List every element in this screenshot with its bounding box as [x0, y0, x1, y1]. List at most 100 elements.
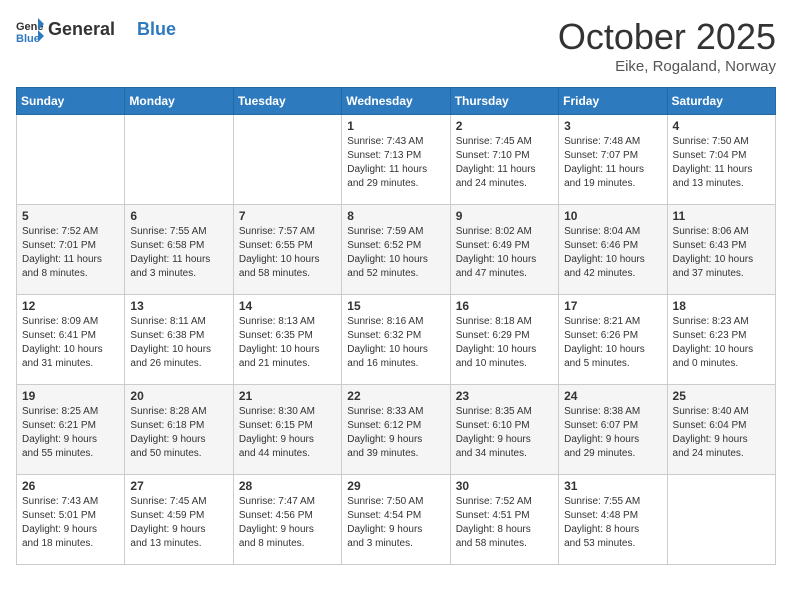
header-cell-saturday: Saturday [667, 88, 775, 115]
day-number: 15 [347, 299, 444, 313]
calendar-cell: 20 Sunrise: 8:28 AM Sunset: 6:18 PM Dayli… [125, 385, 233, 475]
day-number: 30 [456, 479, 553, 493]
calendar-cell: 5Sunrise: 7:52 AM Sunset: 7:01 PM Daylig… [17, 205, 125, 295]
calendar-week-row-1: 1 Sunrise: 7:43 AM Sunset: 7:13 PM Daylig… [17, 115, 776, 205]
day-number: 25 [673, 389, 770, 403]
day-number: 9 [456, 209, 553, 223]
location-title: Eike, Rogaland, Norway [558, 58, 776, 75]
calendar-cell: 12 Sunrise: 8:09 AM Sunset: 6:41 PM Dayli… [17, 295, 125, 385]
day-number: 18 [673, 299, 770, 313]
calendar-cell: 25 Sunrise: 8:40 AM Sunset: 6:04 PM Dayli… [667, 385, 775, 475]
calendar-cell: 27 Sunrise: 7:45 AM Sunset: 4:59 PM Dayli… [125, 475, 233, 565]
day-info: Sunrise: 7:43 AM Sunset: 7:13 PM Dayligh… [347, 135, 444, 191]
day-number: 31 [564, 479, 661, 493]
calendar-cell: 23 Sunrise: 8:35 AM Sunset: 6:10 PM Dayli… [450, 385, 558, 475]
svg-text:Blue: Blue [16, 33, 40, 44]
header-cell-sunday: Sunday [17, 88, 125, 115]
calendar-cell: 6 Sunrise: 7:55 AM Sunset: 6:58 PM Daylig… [125, 205, 233, 295]
day-number: 5 [22, 209, 119, 223]
day-info: Sunrise: 8:13 AM Sunset: 6:35 PM Dayligh… [239, 315, 336, 371]
day-number: 10 [564, 209, 661, 223]
calendar-week-row-5: 26Sunrise: 7:43 AM Sunset: 5:01 PM Dayli… [17, 475, 776, 565]
day-info: Sunrise: 8:28 AM Sunset: 6:18 PM Dayligh… [130, 405, 227, 461]
calendar-cell: 10Sunrise: 8:04 AM Sunset: 6:46 PM Dayli… [559, 205, 667, 295]
day-info: Sunrise: 7:47 AM Sunset: 4:56 PM Dayligh… [239, 495, 336, 551]
day-number: 23 [456, 389, 553, 403]
calendar-cell: 17Sunrise: 8:21 AM Sunset: 6:26 PM Dayli… [559, 295, 667, 385]
day-info: Sunrise: 8:33 AM Sunset: 6:12 PM Dayligh… [347, 405, 444, 461]
day-number: 1 [347, 119, 444, 133]
calendar-header-row: SundayMondayTuesdayWednesdayThursdayFrid… [17, 88, 776, 115]
day-info: Sunrise: 7:55 AM Sunset: 4:48 PM Dayligh… [564, 495, 661, 551]
day-number: 6 [130, 209, 227, 223]
logo-text: GeneralBlue [48, 19, 176, 41]
header-cell-tuesday: Tuesday [233, 88, 341, 115]
calendar-cell: 15Sunrise: 8:16 AM Sunset: 6:32 PM Dayli… [342, 295, 450, 385]
day-info: Sunrise: 7:45 AM Sunset: 7:10 PM Dayligh… [456, 135, 553, 191]
day-number: 29 [347, 479, 444, 493]
calendar-cell: 14 Sunrise: 8:13 AM Sunset: 6:35 PM Dayli… [233, 295, 341, 385]
day-number: 4 [673, 119, 770, 133]
day-number: 3 [564, 119, 661, 133]
calendar-cell: 1 Sunrise: 7:43 AM Sunset: 7:13 PM Daylig… [342, 115, 450, 205]
day-info: Sunrise: 8:06 AM Sunset: 6:43 PM Dayligh… [673, 225, 770, 281]
calendar-cell [233, 115, 341, 205]
header-cell-wednesday: Wednesday [342, 88, 450, 115]
day-number: 14 [239, 299, 336, 313]
day-info: Sunrise: 8:25 AM Sunset: 6:21 PM Dayligh… [22, 405, 119, 461]
calendar-cell: 26Sunrise: 7:43 AM Sunset: 5:01 PM Dayli… [17, 475, 125, 565]
calendar-cell: 7Sunrise: 7:57 AM Sunset: 6:55 PM Daylig… [233, 205, 341, 295]
day-info: Sunrise: 7:50 AM Sunset: 7:04 PM Dayligh… [673, 135, 770, 191]
title-block: October 2025 Eike, Rogaland, Norway [558, 16, 776, 75]
calendar-cell: 9 Sunrise: 8:02 AM Sunset: 6:49 PM Daylig… [450, 205, 558, 295]
day-info: Sunrise: 8:11 AM Sunset: 6:38 PM Dayligh… [130, 315, 227, 371]
day-info: Sunrise: 7:55 AM Sunset: 6:58 PM Dayligh… [130, 225, 227, 281]
day-number: 11 [673, 209, 770, 223]
calendar-cell [667, 475, 775, 565]
calendar-cell: 18Sunrise: 8:23 AM Sunset: 6:23 PM Dayli… [667, 295, 775, 385]
day-number: 28 [239, 479, 336, 493]
calendar-cell: 2Sunrise: 7:45 AM Sunset: 7:10 PM Daylig… [450, 115, 558, 205]
day-number: 22 [347, 389, 444, 403]
day-number: 24 [564, 389, 661, 403]
day-info: Sunrise: 7:45 AM Sunset: 4:59 PM Dayligh… [130, 495, 227, 551]
day-number: 26 [22, 479, 119, 493]
calendar-cell: 31 Sunrise: 7:55 AM Sunset: 4:48 PM Dayli… [559, 475, 667, 565]
day-number: 19 [22, 389, 119, 403]
day-info: Sunrise: 8:02 AM Sunset: 6:49 PM Dayligh… [456, 225, 553, 281]
logo-arrow-icon [116, 21, 136, 41]
calendar-cell: 24 Sunrise: 8:38 AM Sunset: 6:07 PM Dayli… [559, 385, 667, 475]
calendar-cell: 4 Sunrise: 7:50 AM Sunset: 7:04 PM Daylig… [667, 115, 775, 205]
day-info: Sunrise: 8:40 AM Sunset: 6:04 PM Dayligh… [673, 405, 770, 461]
logo-icon: General Blue [16, 16, 44, 44]
day-info: Sunrise: 8:09 AM Sunset: 6:41 PM Dayligh… [22, 315, 119, 371]
day-info: Sunrise: 7:59 AM Sunset: 6:52 PM Dayligh… [347, 225, 444, 281]
calendar-cell: 29Sunrise: 7:50 AM Sunset: 4:54 PM Dayli… [342, 475, 450, 565]
calendar-cell: 11 Sunrise: 8:06 AM Sunset: 6:43 PM Dayli… [667, 205, 775, 295]
calendar-cell: 3 Sunrise: 7:48 AM Sunset: 7:07 PM Daylig… [559, 115, 667, 205]
calendar-week-row-2: 5Sunrise: 7:52 AM Sunset: 7:01 PM Daylig… [17, 205, 776, 295]
calendar-table: SundayMondayTuesdayWednesdayThursdayFrid… [16, 87, 776, 565]
header-cell-friday: Friday [559, 88, 667, 115]
day-info: Sunrise: 8:38 AM Sunset: 6:07 PM Dayligh… [564, 405, 661, 461]
month-title: October 2025 [558, 16, 776, 58]
day-number: 20 [130, 389, 227, 403]
day-number: 17 [564, 299, 661, 313]
day-number: 27 [130, 479, 227, 493]
day-info: Sunrise: 7:48 AM Sunset: 7:07 PM Dayligh… [564, 135, 661, 191]
day-number: 21 [239, 389, 336, 403]
day-info: Sunrise: 8:35 AM Sunset: 6:10 PM Dayligh… [456, 405, 553, 461]
day-info: Sunrise: 8:30 AM Sunset: 6:15 PM Dayligh… [239, 405, 336, 461]
page-header: General Blue GeneralBlue October 2025 Ei… [16, 16, 776, 75]
calendar-cell: 19 Sunrise: 8:25 AM Sunset: 6:21 PM Dayli… [17, 385, 125, 475]
logo: General Blue GeneralBlue [16, 16, 176, 44]
calendar-cell: 8Sunrise: 7:59 AM Sunset: 6:52 PM Daylig… [342, 205, 450, 295]
calendar-cell: 13 Sunrise: 8:11 AM Sunset: 6:38 PM Dayli… [125, 295, 233, 385]
day-number: 13 [130, 299, 227, 313]
day-info: Sunrise: 7:52 AM Sunset: 4:51 PM Dayligh… [456, 495, 553, 551]
day-info: Sunrise: 7:57 AM Sunset: 6:55 PM Dayligh… [239, 225, 336, 281]
day-number: 16 [456, 299, 553, 313]
day-number: 12 [22, 299, 119, 313]
header-cell-thursday: Thursday [450, 88, 558, 115]
calendar-cell [125, 115, 233, 205]
